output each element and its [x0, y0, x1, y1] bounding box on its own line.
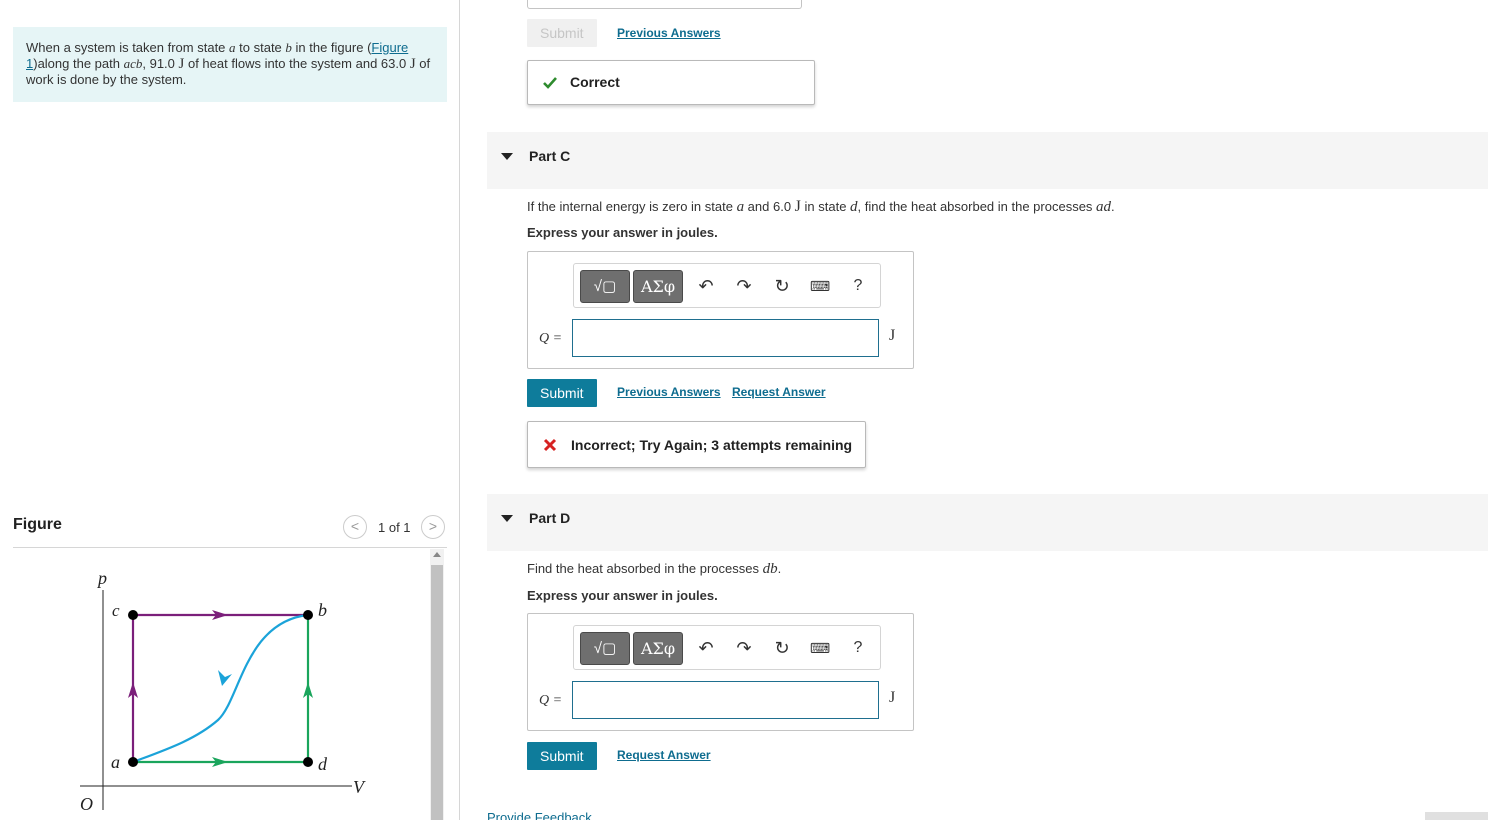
answer-label-text: Q = [539, 331, 563, 346]
incorrect-feedback: Incorrect; Try Again; 3 attempts remaini… [527, 421, 866, 468]
label-a: a [111, 752, 120, 772]
scroll-up-icon[interactable] [433, 552, 441, 557]
request-answer-link[interactable]: Request Answer [617, 748, 711, 762]
part-c-instruction: Express your answer in joules. [527, 225, 718, 240]
pv-diagram: p V O a c b d [80, 568, 366, 814]
left-pane: When a system is taken from state a to s… [0, 0, 460, 820]
feedback-text: Incorrect; Try Again; 3 attempts remaini… [571, 437, 853, 453]
caret-down-icon[interactable] [501, 515, 513, 522]
problem-text: of heat flows into the system and 63.0 [184, 56, 410, 71]
part-c-question: If the internal energy is zero in state … [527, 198, 1115, 216]
figure-pager-count: 1 of 1 [378, 520, 411, 535]
problem-statement: When a system is taken from state a to s… [13, 27, 447, 102]
answer-label: Q = [539, 329, 562, 347]
answer-unit: J [889, 689, 896, 706]
answer-label-text: Q = [539, 693, 563, 708]
point-d [303, 757, 313, 767]
p-axis-label: p [96, 568, 107, 588]
var-a: a [736, 199, 745, 215]
v-axis-label: V [353, 777, 366, 797]
var-d: d [850, 199, 858, 215]
answer-input[interactable] [572, 681, 879, 719]
feedback-text: Correct [570, 74, 620, 90]
point-b [303, 610, 313, 620]
part-c-header[interactable]: Part C [487, 132, 1488, 189]
var-db: db [762, 561, 778, 577]
math-toolbar: √▢ ΑΣφ ↶ ↷ ↻ ⌨ ? [573, 263, 881, 308]
submit-button[interactable]: Submit [527, 379, 597, 407]
templates-button[interactable]: √▢ [580, 270, 630, 303]
question-text: . [777, 561, 782, 576]
request-answer-link[interactable]: Request Answer [732, 385, 826, 399]
prev-input-edge [527, 0, 802, 9]
figure-title: Figure [13, 516, 62, 533]
greek-symbols-button[interactable]: ΑΣφ [633, 270, 683, 303]
reset-icon[interactable]: ↻ [770, 274, 794, 298]
chevron-left-icon[interactable]: < [343, 515, 367, 539]
part-title: Part D [529, 510, 571, 526]
undo-icon[interactable]: ↶ [694, 274, 718, 298]
submit-button-disabled[interactable]: Submit [527, 19, 597, 47]
redo-icon[interactable]: ↷ [732, 274, 756, 298]
origin-label: O [80, 794, 93, 814]
part-title: Part C [529, 148, 571, 164]
part-d-question: Find the heat absorbed in the processes … [527, 561, 781, 578]
part-c-answer-box: √▢ ΑΣφ ↶ ↷ ↻ ⌨ ? Q = J [527, 251, 914, 369]
answer-input[interactable] [572, 319, 879, 357]
part-d-instruction: Express your answer in joules. [527, 588, 718, 603]
label-d: d [318, 754, 328, 774]
var-ad: ad [1096, 199, 1112, 215]
question-text: , find the heat absorbed in the processe… [857, 199, 1097, 214]
templates-button[interactable]: √▢ [580, 632, 630, 665]
problem-text: When a system is taken from state [26, 40, 230, 55]
problem-text: to state [235, 40, 286, 55]
scroll-thumb[interactable] [431, 565, 443, 820]
previous-answers-link[interactable]: Previous Answers [617, 26, 721, 40]
provide-feedback-link[interactable]: Provide Feedback [487, 810, 592, 820]
answer-unit: J [889, 327, 896, 344]
keyboard-icon[interactable]: ⌨ [808, 274, 832, 298]
part-d-answer-box: √▢ ΑΣφ ↶ ↷ ↻ ⌨ ? Q = J [527, 613, 914, 731]
label-b: b [318, 600, 327, 620]
var-path: acb [123, 56, 143, 71]
undo-icon[interactable]: ↶ [694, 636, 718, 660]
figure-scrollbar[interactable] [430, 549, 444, 820]
redo-icon[interactable]: ↷ [732, 636, 756, 660]
caret-down-icon[interactable] [501, 153, 513, 160]
answer-label: Q = [539, 691, 562, 709]
greek-symbols-button[interactable]: ΑΣφ [633, 632, 683, 665]
arrow-down-icon [218, 670, 232, 686]
next-button-edge[interactable] [1425, 812, 1488, 820]
question-text: Find the heat absorbed in the processes [527, 561, 763, 576]
point-a [128, 757, 138, 767]
problem-text: , 91.0 [142, 56, 179, 71]
submit-button[interactable]: Submit [527, 742, 597, 770]
path-ba-curve [132, 613, 309, 764]
problem-text: in the figure ( [291, 40, 372, 55]
check-icon [543, 77, 557, 89]
correct-feedback: Correct [527, 60, 815, 105]
help-icon[interactable]: ? [846, 274, 870, 298]
question-text: in state [800, 199, 851, 214]
part-d-header[interactable]: Part D [487, 494, 1488, 551]
reset-icon[interactable]: ↻ [770, 636, 794, 660]
chevron-right-icon[interactable]: > [421, 515, 445, 539]
label-c: c [112, 601, 120, 620]
question-text: and 6.0 [744, 199, 795, 214]
question-text: . [1111, 199, 1115, 214]
close-icon [543, 438, 557, 452]
point-c [128, 610, 138, 620]
question-text: If the internal energy is zero in state [527, 199, 737, 214]
keyboard-icon[interactable]: ⌨ [808, 636, 832, 660]
math-toolbar: √▢ ΑΣφ ↶ ↷ ↻ ⌨ ? [573, 625, 881, 670]
problem-text: )along the path [33, 56, 124, 71]
previous-answers-link[interactable]: Previous Answers [617, 385, 721, 399]
help-icon[interactable]: ? [846, 636, 870, 660]
figure-header: Figure < 1 of 1 > [13, 512, 447, 548]
